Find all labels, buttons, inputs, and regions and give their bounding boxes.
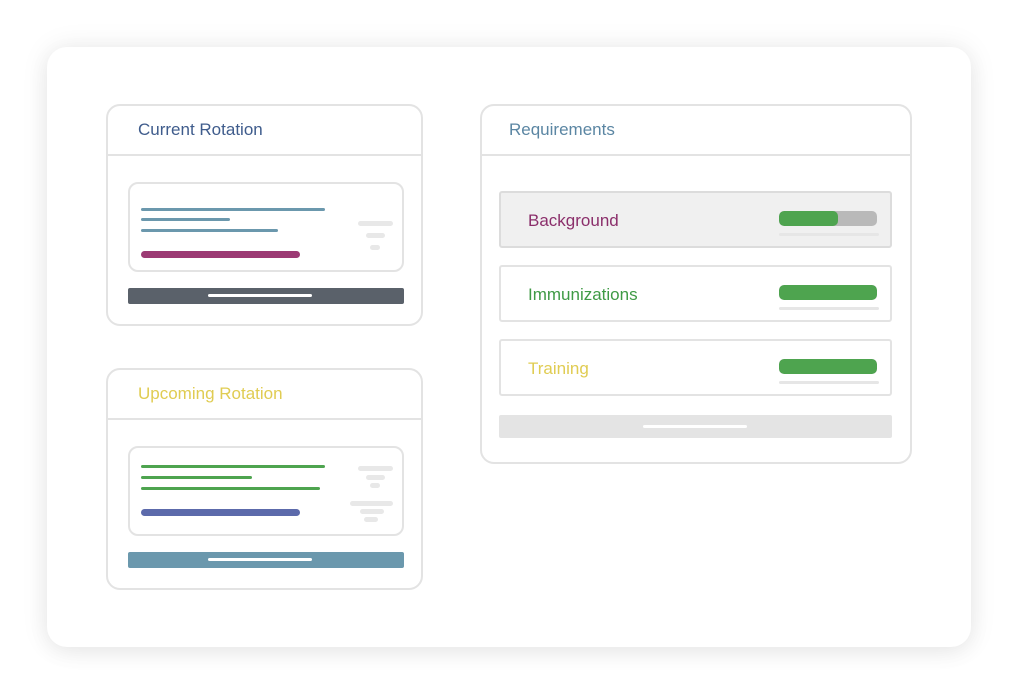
text-line bbox=[141, 208, 325, 211]
button-label-line bbox=[208, 558, 312, 561]
placeholder-line bbox=[358, 466, 393, 471]
requirements-title: Requirements bbox=[482, 106, 910, 156]
current-rotation-card[interactable]: Current Rotation bbox=[106, 104, 423, 326]
placeholder-line bbox=[370, 483, 380, 488]
placeholder-line bbox=[358, 221, 393, 226]
requirement-progress-fill bbox=[779, 211, 838, 226]
requirement-progress-fill bbox=[779, 359, 877, 374]
requirement-label: Immunizations bbox=[528, 285, 638, 304]
highlight-bar bbox=[141, 509, 300, 516]
placeholder-line bbox=[366, 475, 385, 480]
text-line bbox=[141, 229, 278, 232]
current-rotation-title: Current Rotation bbox=[108, 106, 421, 156]
progress-underline bbox=[779, 307, 879, 310]
requirements-card[interactable]: Requirements Background Immunizations Tr… bbox=[480, 104, 912, 464]
placeholder-line bbox=[366, 233, 385, 238]
requirement-row-background[interactable]: Background bbox=[499, 191, 892, 248]
upcoming-rotation-card[interactable]: Upcoming Rotation bbox=[106, 368, 423, 590]
requirement-progress-bar bbox=[779, 359, 877, 374]
upcoming-rotation-detail-card[interactable] bbox=[128, 446, 404, 536]
requirement-row-training[interactable]: Training bbox=[499, 339, 892, 396]
placeholder-line bbox=[370, 245, 380, 250]
requirements-button[interactable] bbox=[499, 415, 892, 438]
requirement-progress-fill bbox=[779, 285, 877, 300]
progress-underline bbox=[779, 381, 879, 384]
placeholder-line bbox=[364, 517, 378, 522]
requirement-label: Training bbox=[528, 359, 589, 378]
progress-underline bbox=[779, 233, 879, 236]
highlight-bar bbox=[141, 251, 300, 258]
requirement-progress-bar bbox=[779, 285, 877, 300]
upcoming-rotation-button[interactable] bbox=[128, 552, 404, 568]
requirement-row-immunizations[interactable]: Immunizations bbox=[499, 265, 892, 322]
text-line bbox=[141, 465, 325, 468]
current-rotation-button[interactable] bbox=[128, 288, 404, 304]
placeholder-line bbox=[350, 501, 393, 506]
requirement-progress-bar bbox=[779, 211, 877, 226]
button-label-line bbox=[208, 294, 312, 297]
text-line bbox=[141, 218, 230, 221]
text-line bbox=[141, 487, 320, 490]
text-line bbox=[141, 476, 252, 479]
upcoming-rotation-title: Upcoming Rotation bbox=[108, 370, 421, 420]
current-rotation-detail-card[interactable] bbox=[128, 182, 404, 272]
requirement-label: Background bbox=[528, 211, 619, 230]
placeholder-line bbox=[360, 509, 384, 514]
button-label-line bbox=[643, 425, 747, 428]
